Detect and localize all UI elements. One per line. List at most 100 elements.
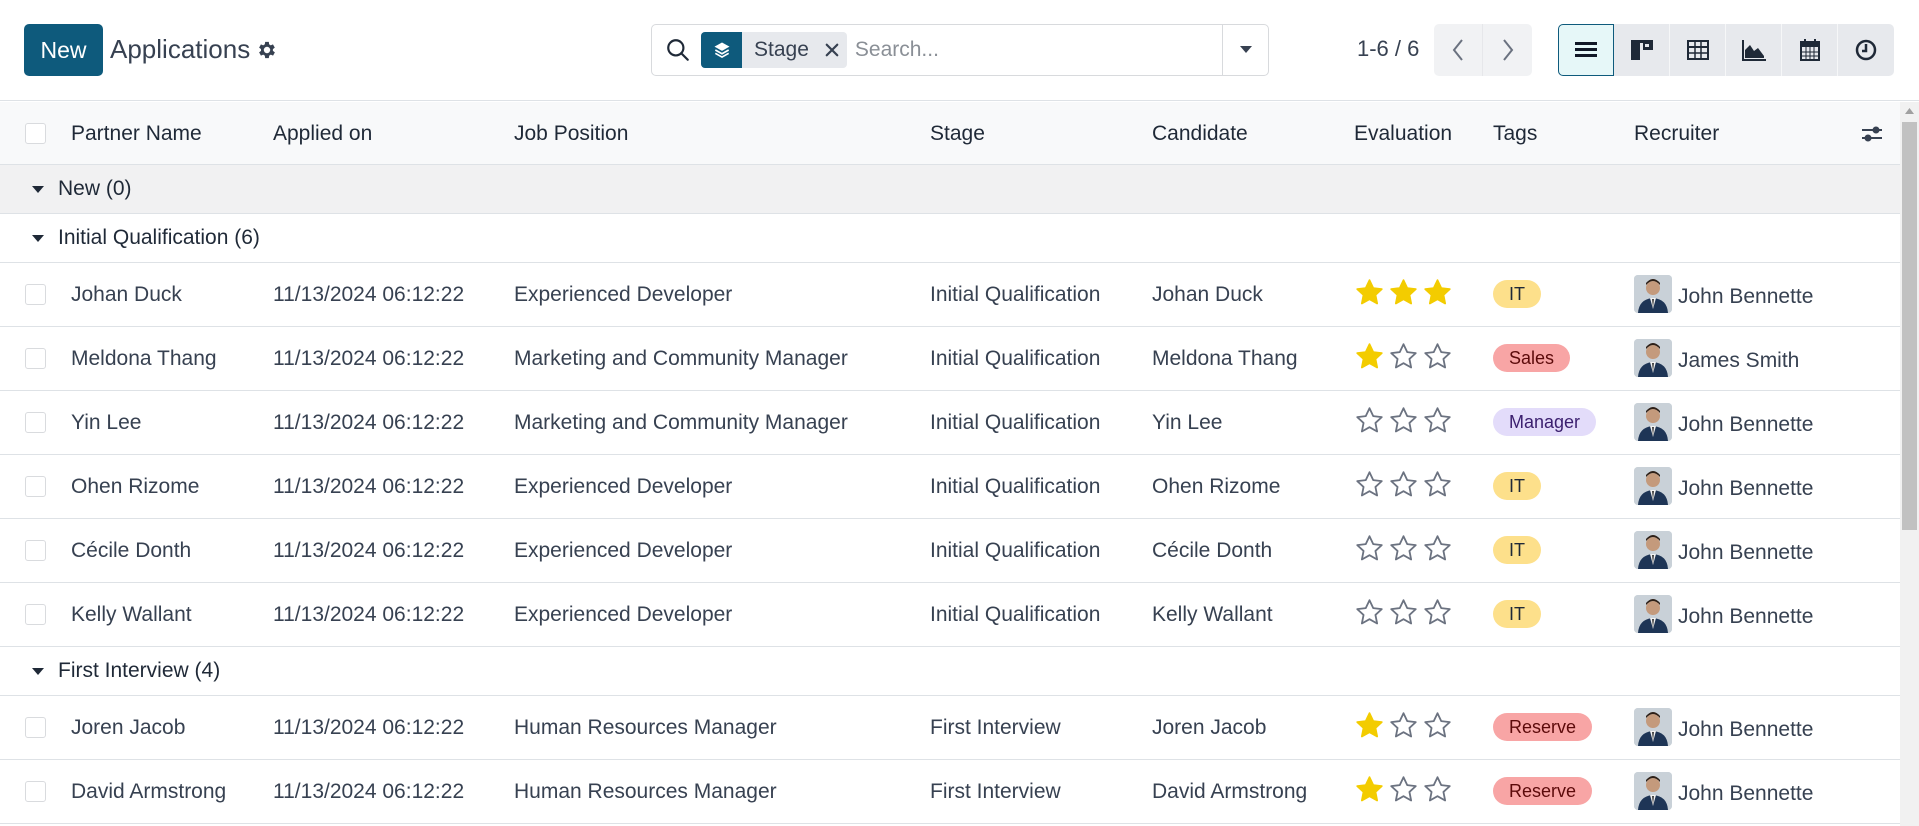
evaluation-stars[interactable] — [1354, 774, 1453, 805]
star-empty-icon[interactable] — [1422, 597, 1453, 628]
evaluation-stars[interactable] — [1354, 710, 1453, 741]
column-header-applied-on[interactable]: Applied on — [273, 122, 372, 146]
select-all-checkbox[interactable] — [25, 123, 46, 144]
column-header-stage[interactable]: Stage — [930, 122, 985, 146]
search-input[interactable] — [846, 26, 1222, 74]
group-row[interactable]: First Interview (4) — [0, 647, 1900, 696]
row-checkbox[interactable] — [25, 284, 46, 305]
star-filled-icon[interactable] — [1354, 341, 1385, 372]
avatar — [1634, 595, 1672, 633]
pager-next-button[interactable] — [1483, 24, 1532, 76]
evaluation-stars[interactable] — [1354, 597, 1453, 628]
area-chart-icon — [1741, 40, 1766, 61]
star-empty-icon[interactable] — [1422, 774, 1453, 805]
group-row[interactable]: New (0) — [0, 165, 1900, 214]
star-empty-icon[interactable] — [1354, 469, 1385, 500]
table-row[interactable]: David Armstrong 11/13/2024 06:12:22 Human … — [0, 760, 1900, 824]
star-empty-icon[interactable] — [1422, 710, 1453, 741]
table-row[interactable]: Ohen Rizome 11/13/2024 06:12:22 Experience… — [0, 455, 1900, 519]
row-checkbox[interactable] — [25, 412, 46, 433]
star-filled-icon[interactable] — [1422, 277, 1453, 308]
recruiter-name: John Bennette — [1678, 477, 1814, 500]
row-checkbox[interactable] — [25, 604, 46, 625]
optional-columns-icon[interactable] — [1858, 120, 1886, 148]
star-filled-icon[interactable] — [1354, 774, 1385, 805]
star-empty-icon[interactable] — [1354, 597, 1385, 628]
avatar — [1634, 467, 1672, 505]
calendar-view-button[interactable] — [1782, 24, 1838, 76]
star-empty-icon[interactable] — [1388, 405, 1419, 436]
evaluation-stars[interactable] — [1354, 341, 1453, 372]
recruiter-name: John Bennette — [1678, 285, 1814, 308]
job-position-cell: Marketing and Community Manager — [514, 347, 848, 370]
stage-cell: Initial Qualification — [930, 539, 1101, 562]
pager-value[interactable]: 1-6 / 6 — [1357, 36, 1419, 62]
pager-previous-button[interactable] — [1434, 24, 1483, 76]
row-checkbox[interactable] — [25, 348, 46, 369]
column-header-partner-name[interactable]: Partner Name — [71, 122, 202, 146]
group-label: New (0) — [58, 177, 132, 200]
row-checkbox[interactable] — [25, 717, 46, 738]
row-checkbox[interactable] — [25, 476, 46, 497]
star-empty-icon[interactable] — [1354, 405, 1385, 436]
row-checkbox[interactable] — [25, 540, 46, 561]
new-button[interactable]: New — [24, 24, 103, 76]
scrollbar-thumb[interactable] — [1902, 122, 1917, 530]
star-filled-icon[interactable] — [1354, 710, 1385, 741]
star-empty-icon[interactable] — [1388, 469, 1419, 500]
remove-facet-button[interactable] — [817, 32, 847, 68]
search-bar[interactable]: Stage — [651, 24, 1269, 76]
stage-cell: First Interview — [930, 716, 1061, 739]
gear-icon[interactable] — [256, 39, 278, 61]
star-empty-icon[interactable] — [1422, 405, 1453, 436]
table-row[interactable]: Joren Jacob 11/13/2024 06:12:22 Human Reso… — [0, 696, 1900, 760]
star-empty-icon[interactable] — [1388, 597, 1419, 628]
tag-badge: IT — [1493, 472, 1541, 500]
evaluation-stars[interactable] — [1354, 405, 1453, 436]
partner-name-cell: Meldona Thang — [71, 347, 217, 370]
job-position-cell: Experienced Developer — [514, 475, 733, 498]
star-filled-icon[interactable] — [1354, 277, 1385, 308]
row-checkbox[interactable] — [25, 781, 46, 802]
table-row[interactable]: Cécile Donth 11/13/2024 06:12:22 Experienc… — [0, 519, 1900, 583]
recruiter-cell: John Bennette — [1634, 275, 1813, 313]
column-header-job-position[interactable]: Job Position — [514, 122, 628, 146]
column-header-candidate[interactable]: Candidate — [1152, 122, 1248, 146]
scroll-up-arrow[interactable] — [1900, 102, 1919, 119]
avatar — [1634, 275, 1672, 313]
star-empty-icon[interactable] — [1388, 341, 1419, 372]
table-row[interactable]: Meldona Thang 11/13/2024 06:12:22 Marketin… — [0, 327, 1900, 391]
caret-down-icon — [32, 234, 44, 242]
star-empty-icon[interactable] — [1354, 533, 1385, 564]
pivot-view-button[interactable] — [1670, 24, 1726, 76]
evaluation-stars[interactable] — [1354, 533, 1453, 564]
star-empty-icon[interactable] — [1422, 469, 1453, 500]
star-empty-icon[interactable] — [1422, 341, 1453, 372]
table-row[interactable]: Johan Duck 11/13/2024 06:12:22 Experienced… — [0, 263, 1900, 327]
table-row[interactable]: Kelly Wallant 11/13/2024 06:12:22 Experien… — [0, 583, 1900, 647]
activity-view-button[interactable] — [1838, 24, 1894, 76]
kanban-view-button[interactable] — [1614, 24, 1670, 76]
evaluation-stars[interactable] — [1354, 469, 1453, 500]
star-empty-icon[interactable] — [1388, 774, 1419, 805]
table-row[interactable]: Yin Lee 11/13/2024 06:12:22 Marketing and … — [0, 391, 1900, 455]
star-empty-icon[interactable] — [1422, 533, 1453, 564]
column-header-tags[interactable]: Tags — [1493, 122, 1537, 146]
partner-name-cell: Yin Lee — [71, 411, 142, 434]
recruiter-cell: John Bennette — [1634, 708, 1813, 746]
star-empty-icon[interactable] — [1388, 533, 1419, 564]
evaluation-stars[interactable] — [1354, 277, 1453, 308]
avatar — [1634, 531, 1672, 569]
calendar-icon — [1799, 39, 1820, 61]
applied-on-cell: 11/13/2024 06:12:22 — [273, 603, 465, 626]
recruiter-cell: John Bennette — [1634, 772, 1813, 810]
star-filled-icon[interactable] — [1388, 277, 1419, 308]
star-empty-icon[interactable] — [1388, 710, 1419, 741]
column-header-recruiter[interactable]: Recruiter — [1634, 122, 1719, 146]
graph-view-button[interactable] — [1726, 24, 1782, 76]
vertical-scrollbar[interactable] — [1900, 102, 1919, 826]
search-options-toggle[interactable] — [1222, 25, 1268, 75]
group-row[interactable]: Initial Qualification (6) — [0, 214, 1900, 263]
list-view-button[interactable] — [1558, 24, 1614, 76]
column-header-evaluation[interactable]: Evaluation — [1354, 122, 1452, 146]
